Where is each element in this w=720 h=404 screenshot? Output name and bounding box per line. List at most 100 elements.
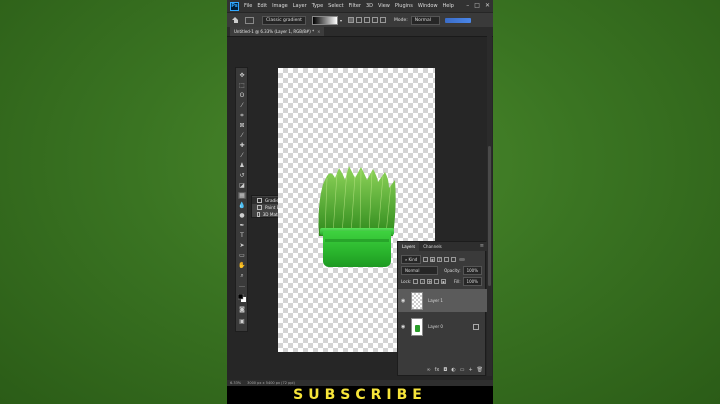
lasso-tool-icon[interactable]: ʘ bbox=[238, 92, 246, 99]
visibility-eye-icon[interactable]: ◉ bbox=[401, 298, 407, 304]
layer-row[interactable]: ◉ Layer 0 bbox=[398, 315, 487, 338]
menu-3d[interactable]: 3D bbox=[366, 3, 373, 9]
menu-view[interactable]: View bbox=[378, 3, 390, 9]
lock-position-icon[interactable]: ✥ bbox=[427, 279, 433, 284]
shape-filter-icon[interactable] bbox=[444, 257, 450, 262]
menu-select[interactable]: Select bbox=[328, 3, 343, 9]
tool-preset-icon[interactable] bbox=[245, 16, 254, 24]
minimize-icon[interactable]: – bbox=[466, 2, 469, 9]
gradient-preset-dropdown[interactable]: Classic gradient bbox=[262, 15, 306, 25]
lock-all-icon[interactable]: ▪ bbox=[440, 279, 446, 284]
tab-channels[interactable]: Channels bbox=[419, 242, 446, 251]
clone-stamp-tool-icon[interactable]: ♟ bbox=[238, 162, 246, 169]
pen-tool-icon[interactable]: ✒ bbox=[238, 222, 246, 229]
menu-window[interactable]: Window bbox=[418, 3, 438, 9]
layer-filter-row: ⌕ Kind ◐ T bbox=[401, 255, 482, 264]
opacity-field[interactable]: 100% bbox=[462, 266, 482, 275]
opacity-label: Opacity: bbox=[444, 268, 461, 273]
document-tab-title: Untitled-1 @ 6.33% (Layer 1, RGB/8#) * bbox=[234, 29, 315, 34]
brush-tool-icon[interactable]: ⁄ bbox=[238, 152, 246, 159]
type-tool-icon[interactable]: T bbox=[238, 232, 246, 239]
quick-mask-icon[interactable]: ◙ bbox=[238, 306, 246, 313]
menu-edit[interactable]: Edit bbox=[257, 3, 267, 9]
hand-tool-icon[interactable]: ✋ bbox=[238, 262, 246, 269]
healing-brush-tool-icon[interactable]: ✚ bbox=[238, 142, 246, 149]
frame-tool-icon[interactable]: ⊠ bbox=[238, 122, 246, 129]
lock-transparent-icon[interactable] bbox=[413, 279, 419, 284]
layer-style-icon[interactable]: fx bbox=[435, 367, 440, 373]
layer-thumbnail bbox=[411, 291, 423, 310]
gradient-swatch[interactable] bbox=[311, 15, 338, 25]
diamond-gradient-icon[interactable] bbox=[379, 17, 386, 23]
material-drop-icon bbox=[257, 212, 260, 217]
opacity-slider[interactable] bbox=[445, 17, 472, 23]
maximize-icon[interactable]: □ bbox=[474, 2, 480, 9]
menu-filter[interactable]: Filter bbox=[349, 3, 361, 9]
layers-panel-tabs: Layers Channels ≡ bbox=[398, 242, 487, 251]
marquee-tool-icon[interactable]: ⬚ bbox=[238, 82, 246, 89]
zoom-tool-icon[interactable]: ⌕ bbox=[238, 272, 246, 279]
kind-filter-dropdown[interactable]: ⌕ Kind bbox=[401, 255, 422, 264]
green-pot-image bbox=[323, 231, 391, 267]
adjustment-layer-icon[interactable]: ◐ bbox=[451, 367, 455, 373]
filter-toggle[interactable] bbox=[459, 258, 466, 261]
document-info[interactable]: 3000 px x 5400 px (72 ppi) bbox=[247, 381, 295, 385]
vertical-scrollbar[interactable] bbox=[487, 36, 492, 376]
chevron-down-icon[interactable]: ▾ bbox=[340, 18, 342, 23]
home-icon[interactable] bbox=[232, 16, 239, 24]
menu-type[interactable]: Type bbox=[312, 3, 323, 9]
close-tab-icon[interactable]: × bbox=[317, 29, 320, 34]
delete-layer-icon[interactable]: 🗑 bbox=[477, 367, 483, 373]
crop-tool-icon[interactable]: ⌗ bbox=[238, 112, 246, 119]
smart-object-filter-icon[interactable] bbox=[451, 257, 457, 262]
panel-menu-icon[interactable]: ≡ bbox=[480, 243, 484, 249]
radial-gradient-icon[interactable] bbox=[355, 17, 362, 23]
fill-label: Fill: bbox=[453, 279, 461, 284]
close-icon[interactable]: ✕ bbox=[485, 2, 490, 9]
pixel-filter-icon[interactable] bbox=[423, 257, 429, 262]
type-filter-icon[interactable]: T bbox=[437, 257, 443, 262]
layer-row[interactable]: ◉ Layer 1 bbox=[398, 289, 487, 312]
move-tool-icon[interactable]: ✥ bbox=[238, 72, 246, 79]
magic-wand-tool-icon[interactable]: ⁄ bbox=[238, 102, 246, 109]
menu-plugins[interactable]: Plugins bbox=[395, 3, 413, 9]
group-icon[interactable]: ▭ bbox=[460, 367, 465, 373]
history-brush-tool-icon[interactable]: ↺ bbox=[238, 172, 246, 179]
gradient-tool-icon[interactable]: ▦ bbox=[238, 192, 246, 199]
zoom-level[interactable]: 6.33% bbox=[230, 381, 241, 385]
tools-panel: ✥ ⬚ ʘ ⁄ ⌗ ⊠ ⁄ ✚ ⁄ ♟ ↺ ◪ ▦ 💧 ● ✒ T ➤ ▭ ✋ … bbox=[235, 67, 248, 332]
angle-gradient-icon[interactable] bbox=[363, 17, 370, 23]
link-layers-icon[interactable]: ∞ bbox=[426, 367, 430, 373]
kind-filter-label: Kind bbox=[408, 257, 418, 262]
adjustment-filter-icon[interactable]: ◐ bbox=[430, 257, 436, 262]
menu-file[interactable]: File bbox=[244, 3, 252, 9]
linear-gradient-icon[interactable] bbox=[347, 17, 354, 23]
eraser-tool-icon[interactable]: ◪ bbox=[238, 182, 246, 189]
pot-band bbox=[325, 239, 389, 242]
foreground-background-color-icon[interactable] bbox=[237, 293, 246, 302]
menu-layer[interactable]: Layer bbox=[293, 3, 307, 9]
rectangle-tool-icon[interactable]: ▭ bbox=[238, 252, 246, 259]
lock-image-icon[interactable]: ⁄ bbox=[420, 279, 426, 284]
visibility-eye-icon[interactable]: ◉ bbox=[401, 324, 407, 330]
blur-tool-icon[interactable]: 💧 bbox=[238, 202, 246, 209]
eyedropper-tool-icon[interactable]: ⁄ bbox=[238, 132, 246, 139]
menu-help[interactable]: Help bbox=[443, 3, 454, 9]
path-selection-tool-icon[interactable]: ➤ bbox=[238, 242, 246, 249]
reflected-gradient-icon[interactable] bbox=[371, 17, 378, 23]
screen-mode-icon[interactable]: ▣ bbox=[238, 318, 246, 325]
scrollbar-thumb[interactable] bbox=[488, 146, 491, 286]
mode-dropdown[interactable]: Normal bbox=[410, 15, 441, 25]
layer-mask-icon[interactable]: ◘ bbox=[443, 367, 447, 373]
document-tab[interactable]: Untitled-1 @ 6.33% (Layer 1, RGB/8#) * × bbox=[230, 27, 325, 36]
menu-image[interactable]: Image bbox=[272, 3, 288, 9]
blend-mode-dropdown[interactable]: Normal bbox=[401, 266, 439, 275]
photoshop-logo-icon: Ps bbox=[230, 1, 239, 11]
fill-field[interactable]: 100% bbox=[462, 277, 482, 286]
blend-opacity-row: Normal Opacity: 100% bbox=[401, 266, 482, 275]
tab-layers[interactable]: Layers bbox=[398, 242, 420, 251]
dodge-tool-icon[interactable]: ● bbox=[238, 212, 246, 219]
more-tools-icon[interactable]: … bbox=[238, 282, 246, 289]
lock-artboard-icon[interactable] bbox=[434, 279, 439, 284]
new-layer-icon[interactable]: + bbox=[468, 367, 472, 373]
